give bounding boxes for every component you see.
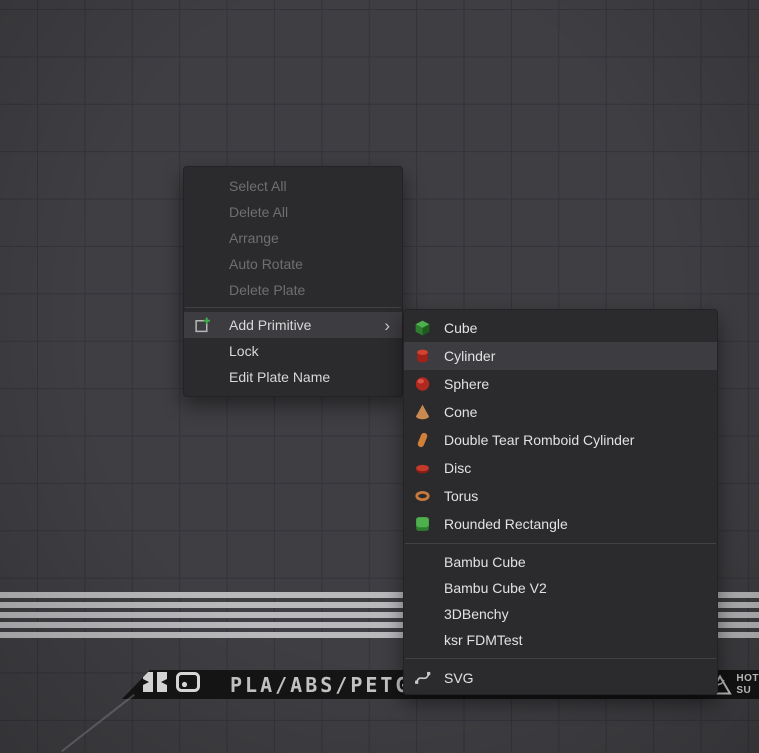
menu-item-label: Delete All <box>229 204 288 220</box>
disc-icon <box>414 460 431 477</box>
menu-item-delete-all: Delete All <box>184 199 402 225</box>
torus-icon <box>414 488 431 505</box>
menu-item-label: Arrange <box>229 230 279 246</box>
double-tear-romboid-cylinder-icon <box>414 432 431 449</box>
plate-context-menu: Select All Delete All Arrange Auto Rotat… <box>183 166 403 397</box>
menu-item-label: Auto Rotate <box>229 256 303 272</box>
submenu-item-label: Sphere <box>444 376 489 392</box>
submenu-item-svg[interactable]: SVG <box>404 664 717 692</box>
submenu-arrow-icon: › <box>384 317 392 334</box>
warning-line-2: SU <box>736 685 751 696</box>
bambu-logo-icon <box>142 672 168 697</box>
plate-corner-line <box>61 694 135 752</box>
submenu-item-label: 3DBenchy <box>444 606 509 622</box>
submenu-item-label: Bambu Cube <box>444 554 526 570</box>
menu-item-lock[interactable]: Lock <box>184 338 402 364</box>
submenu-item-label: Cube <box>444 320 477 336</box>
menu-item-label: Delete Plate <box>229 282 305 298</box>
submenu-item-torus[interactable]: Torus <box>404 482 717 510</box>
menu-item-label: Edit Plate Name <box>229 369 330 385</box>
submenu-item-label: Bambu Cube V2 <box>444 580 547 596</box>
menu-item-edit-plate-name[interactable]: Edit Plate Name <box>184 364 402 390</box>
submenu-item-label: Torus <box>444 488 478 504</box>
submenu-item-bambu-cube[interactable]: Bambu Cube <box>404 549 717 575</box>
submenu-item-ksr-fdmtest[interactable]: ksr FDMTest <box>404 627 717 653</box>
svg-curve-icon <box>414 670 431 687</box>
menu-item-delete-plate: Delete Plate <box>184 277 402 303</box>
viewport-grid: PLA/ABS/PETG HOT SU Select All Delete Al… <box>0 0 759 753</box>
submenu-item-rounded-rectangle[interactable]: Rounded Rectangle <box>404 510 717 538</box>
submenu-item-label: Cone <box>444 404 477 420</box>
submenu-item-label: Double Tear Romboid Cylinder <box>444 432 634 448</box>
submenu-item-bambu-cube-v2[interactable]: Bambu Cube V2 <box>404 575 717 601</box>
submenu-item-label: ksr FDMTest <box>444 632 523 648</box>
submenu-item-sphere[interactable]: Sphere <box>404 370 717 398</box>
cylinder-icon <box>414 348 431 365</box>
menu-item-label: Select All <box>229 178 287 194</box>
submenu-item-disc[interactable]: Disc <box>404 454 717 482</box>
menu-separator <box>405 543 716 544</box>
menu-item-label: Lock <box>229 343 259 359</box>
warning-line-1: HOT <box>736 673 759 684</box>
plate-material-label: PLA/ABS/PETG <box>230 673 411 697</box>
menu-item-label: Add Primitive <box>229 317 311 333</box>
submenu-item-double-tear-romboid-cylinder[interactable]: Double Tear Romboid Cylinder <box>404 426 717 454</box>
menu-item-select-all: Select All <box>184 173 402 199</box>
menu-item-add-primitive[interactable]: Add Primitive › <box>184 312 402 338</box>
submenu-item-label: Rounded Rectangle <box>444 516 568 532</box>
primitive-submenu: Cube Cylinder Sphere <box>403 309 718 695</box>
warning-text: HOT SU <box>736 673 759 696</box>
menu-item-auto-rotate: Auto Rotate <box>184 251 402 277</box>
submenu-item-cube[interactable]: Cube <box>404 314 717 342</box>
menu-separator <box>405 658 716 659</box>
submenu-item-cone[interactable]: Cone <box>404 398 717 426</box>
submenu-item-label: Disc <box>444 460 471 476</box>
submenu-item-label: Cylinder <box>444 348 495 364</box>
add-primitive-icon <box>194 317 211 334</box>
menu-item-arrange: Arrange <box>184 225 402 251</box>
cone-icon <box>414 404 431 421</box>
submenu-item-label: SVG <box>444 670 474 686</box>
cube-icon <box>414 320 431 337</box>
submenu-item-3dbenchy[interactable]: 3DBenchy <box>404 601 717 627</box>
bambu-app-icon <box>176 672 200 697</box>
sphere-icon <box>414 376 431 393</box>
submenu-item-cylinder[interactable]: Cylinder <box>404 342 717 370</box>
menu-separator <box>185 307 401 308</box>
rounded-rectangle-icon <box>414 516 431 533</box>
